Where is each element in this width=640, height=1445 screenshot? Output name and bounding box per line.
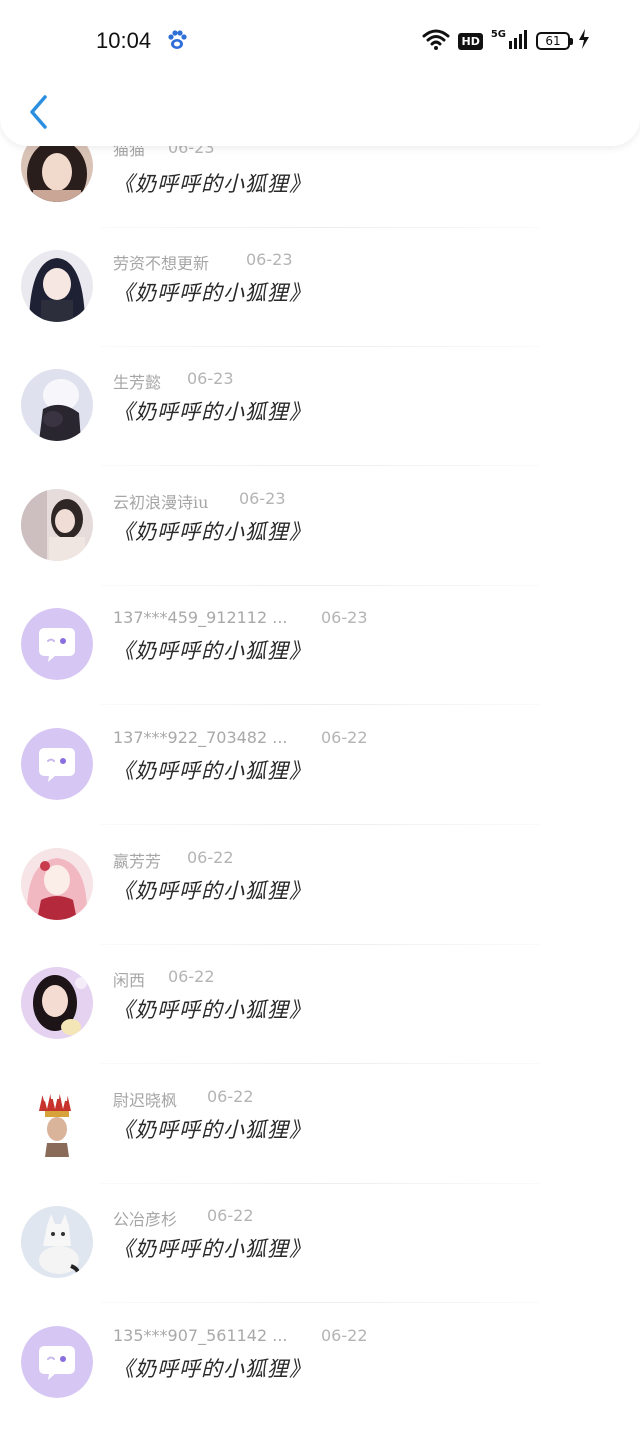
message-text: 《奶呼呼的小狐狸》	[113, 520, 311, 544]
back-button[interactable]	[18, 90, 58, 134]
sender-name: 劳资不想更新	[113, 254, 210, 273]
sender-name: 闲西	[113, 971, 146, 990]
avatar[interactable]	[21, 848, 93, 920]
divider	[100, 227, 540, 228]
divider	[100, 1183, 540, 1184]
list-item[interactable]: 猫猫 06-23 《奶呼呼的小狐狸》	[0, 130, 640, 249]
sender-name: 137***459_912112 ...	[113, 608, 288, 627]
battery-level: 61	[545, 34, 561, 48]
divider	[100, 824, 540, 825]
sender-name: 生芳懿	[113, 373, 162, 392]
message-date: 06-22	[207, 1087, 254, 1106]
message-date: 06-22	[321, 1326, 368, 1345]
divider	[100, 1302, 540, 1303]
status-time: 10:04	[96, 28, 152, 53]
list-item[interactable]: 生芳懿 06-23 《奶呼呼的小狐狸》	[0, 369, 640, 488]
message-date: 06-22	[168, 967, 215, 986]
sender-name: 云初浪漫诗iu	[113, 493, 209, 512]
wifi-icon	[422, 28, 450, 54]
charging-icon	[578, 29, 590, 53]
divider	[100, 944, 540, 945]
divider	[100, 704, 540, 705]
message-text: 《奶呼呼的小狐狸》	[113, 172, 311, 196]
message-text: 《奶呼呼的小狐狸》	[113, 281, 311, 305]
message-date: 06-23	[187, 369, 234, 388]
divider	[100, 1063, 540, 1064]
message-text: 《奶呼呼的小狐狸》	[113, 759, 311, 783]
message-text: 《奶呼呼的小狐狸》	[113, 1357, 311, 1381]
list-item[interactable]: 闲西 06-22 《奶呼呼的小狐狸》	[0, 967, 640, 1086]
network-type: 5G	[490, 29, 506, 40]
divider	[100, 585, 540, 586]
message-date: 06-23	[239, 489, 286, 508]
avatar[interactable]	[21, 250, 93, 322]
status-icons: HD 5G 61	[422, 28, 590, 54]
paw-icon	[166, 28, 188, 52]
list-item[interactable]: 137***459_912112 ... 06-23 《奶呼呼的小狐狸》	[0, 608, 640, 727]
message-text: 《奶呼呼的小狐狸》	[113, 1118, 311, 1142]
avatar[interactable]	[21, 1206, 93, 1278]
battery-icon: 61	[536, 32, 573, 50]
sender-name: 137***922_703482 ...	[113, 728, 288, 747]
message-date: 06-22	[187, 848, 234, 867]
sender-name: 公冶彦杉	[113, 1210, 178, 1229]
message-text: 《奶呼呼的小狐狸》	[113, 879, 311, 903]
avatar[interactable]	[21, 369, 93, 441]
divider	[100, 465, 540, 466]
avatar[interactable]	[21, 489, 93, 561]
message-text: 《奶呼呼的小狐狸》	[113, 639, 311, 663]
message-date: 06-22	[321, 728, 368, 747]
avatar[interactable]	[21, 1087, 93, 1159]
message-text: 《奶呼呼的小狐狸》	[113, 998, 311, 1022]
sender-name: 135***907_561142 ...	[113, 1326, 288, 1345]
divider	[100, 346, 540, 347]
list-item[interactable]: 137***922_703482 ... 06-22 《奶呼呼的小狐狸》	[0, 728, 640, 847]
list-item[interactable]: 云初浪漫诗iu 06-23 《奶呼呼的小狐狸》	[0, 489, 640, 608]
header: 10:04 HD 5G 61	[0, 0, 640, 146]
chevron-left-icon	[30, 95, 47, 129]
list-item[interactable]: 嬴芳芳 06-22 《奶呼呼的小狐狸》	[0, 848, 640, 967]
sender-name: 嬴芳芳	[113, 852, 162, 871]
list-item[interactable]: 劳资不想更新 06-23 《奶呼呼的小狐狸》	[0, 250, 640, 369]
avatar[interactable]	[21, 967, 93, 1039]
message-text: 《奶呼呼的小狐狸》	[113, 400, 311, 424]
hd-badge: HD	[458, 32, 483, 50]
default-avatar[interactable]	[21, 1326, 93, 1398]
message-date: 06-23	[246, 250, 293, 269]
default-avatar[interactable]	[21, 728, 93, 800]
sender-name: 尉迟晓枫	[113, 1091, 178, 1110]
list-item[interactable]: 135***907_561142 ... 06-22 《奶呼呼的小狐狸》	[0, 1326, 640, 1445]
message-date: 06-23	[321, 608, 368, 627]
signal-icon	[508, 29, 528, 53]
message-text: 《奶呼呼的小狐狸》	[113, 1237, 311, 1261]
list-item[interactable]: 公冶彦杉 06-22 《奶呼呼的小狐狸》	[0, 1206, 640, 1325]
default-avatar[interactable]	[21, 608, 93, 680]
message-date: 06-22	[207, 1206, 254, 1225]
list-item[interactable]: 尉迟晓枫 06-22 《奶呼呼的小狐狸》	[0, 1087, 640, 1206]
